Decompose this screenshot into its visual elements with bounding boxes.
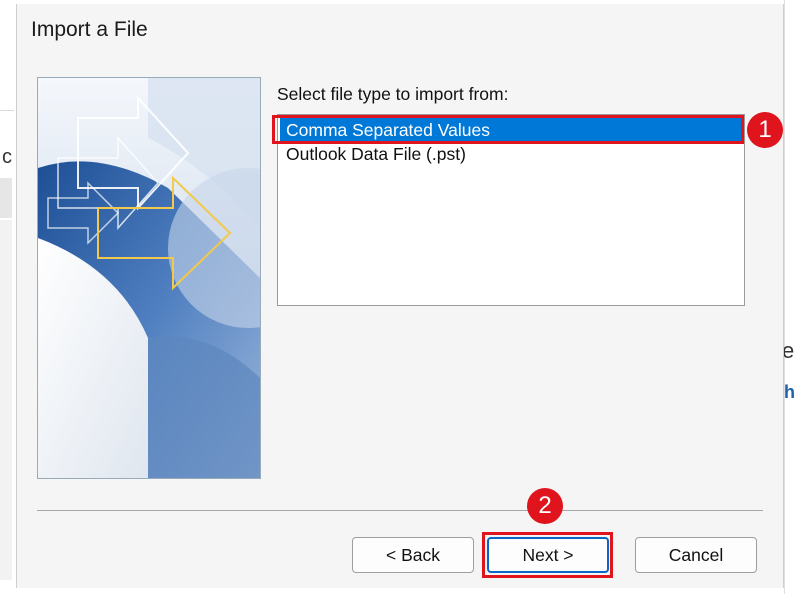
background-divider xyxy=(0,110,14,111)
screenshot-page: c e h Import a File Select file type to … xyxy=(0,0,800,594)
back-button[interactable]: < Back xyxy=(352,537,474,573)
cancel-button[interactable]: Cancel xyxy=(635,537,757,573)
annotation-highlight-next xyxy=(482,532,613,578)
dialog-title: Import a File xyxy=(31,18,148,41)
background-panel xyxy=(0,178,12,218)
annotation-step-1-badge: 1 xyxy=(747,112,783,148)
annotation-step-2-badge: 2 xyxy=(527,488,563,524)
background-link-fragment[interactable]: h xyxy=(784,382,795,403)
import-file-dialog: Import a File Select file type to import… xyxy=(16,4,784,588)
background-text-fragment: c xyxy=(2,146,12,168)
wizard-illustration xyxy=(37,77,261,479)
file-type-prompt: Select file type to import from: xyxy=(277,84,509,104)
annotation-highlight-csv xyxy=(272,115,744,144)
background-panel-lower xyxy=(0,220,12,580)
dialog-titlebar[interactable]: Import a File xyxy=(17,4,783,56)
list-item-pst[interactable]: Outlook Data File (.pst) xyxy=(280,142,742,166)
dialog-separator xyxy=(37,510,763,511)
background-app-right-edge xyxy=(784,0,785,594)
